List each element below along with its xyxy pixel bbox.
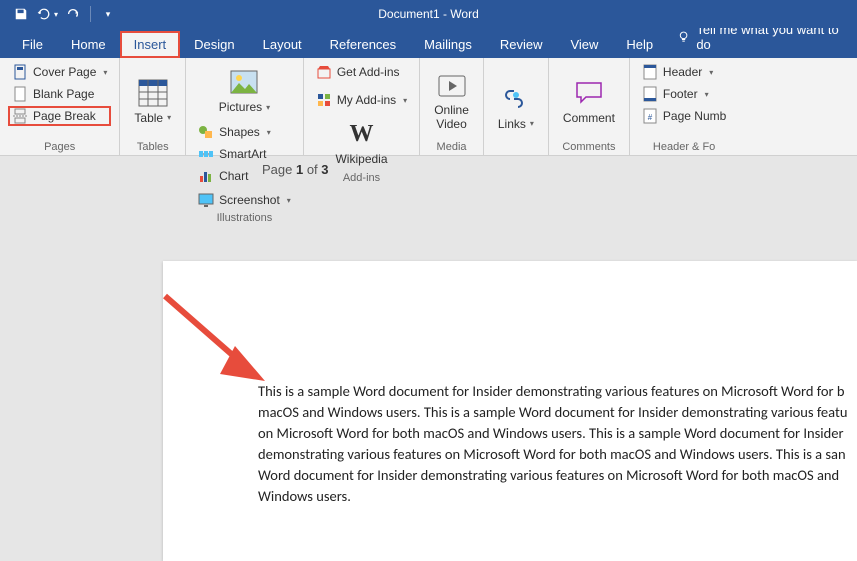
cover-page-icon	[12, 64, 28, 80]
group-media-label: Media	[428, 139, 475, 153]
page-break-button[interactable]: Page Break	[8, 106, 111, 126]
tab-home[interactable]: Home	[57, 31, 120, 58]
chevron-down-icon: ▾	[709, 68, 713, 77]
tab-references[interactable]: References	[316, 31, 410, 58]
group-comments-label: Comments	[557, 139, 621, 153]
save-button[interactable]	[10, 3, 32, 25]
ribbon-insert: Cover Page ▾ Blank Page Page Break Pages…	[0, 58, 857, 156]
cover-page-label: Cover Page	[33, 65, 96, 79]
page-break-label: Page Break	[33, 109, 96, 123]
group-links: Links ▾	[484, 58, 549, 155]
tab-mailings[interactable]: Mailings	[410, 31, 486, 58]
page-indicator: Page 1 of 3	[262, 162, 329, 177]
tab-file[interactable]: File	[8, 31, 57, 58]
online-video-label: OnlineVideo	[434, 104, 469, 130]
page-number-button[interactable]: # Page Numb	[638, 106, 730, 126]
svg-text:#: #	[648, 113, 653, 122]
quick-access-toolbar: ▾ ▾	[0, 3, 119, 25]
document-area: Page 1 of 3 This is a sample Word docume…	[0, 156, 857, 509]
wikipedia-icon: W	[346, 118, 378, 150]
redo-button[interactable]	[62, 3, 84, 25]
video-icon	[436, 70, 468, 102]
group-headerfooter-label: Header & Fo	[638, 139, 730, 153]
page-break-icon	[12, 108, 28, 124]
chevron-down-icon: ▾	[530, 119, 534, 128]
group-pages: Cover Page ▾ Blank Page Page Break Pages	[0, 58, 120, 155]
group-tables: Table ▾ Tables	[120, 58, 186, 155]
chevron-down-icon: ▾	[267, 128, 271, 137]
group-header-footer: Header ▾ Footer ▾ # Page Numb Header & F…	[630, 58, 738, 155]
store-icon	[316, 64, 332, 80]
header-button[interactable]: Header ▾	[638, 62, 730, 82]
page-number-icon: #	[642, 108, 658, 124]
document-page[interactable]: This is a sample Word document for Insid…	[163, 261, 857, 561]
window-title: Document1 - Word	[378, 7, 478, 21]
undo-button[interactable]: ▾	[36, 3, 58, 25]
blank-page-label: Blank Page	[33, 87, 94, 101]
header-icon	[642, 64, 658, 80]
footer-button[interactable]: Footer ▾	[638, 84, 730, 104]
page-number-label: Page Numb	[663, 109, 726, 123]
table-button[interactable]: Table ▾	[128, 73, 177, 129]
footer-icon	[642, 86, 658, 102]
customize-qat-button[interactable]: ▾	[97, 3, 119, 25]
chevron-down-icon: ▾	[705, 90, 709, 99]
group-pages-label: Pages	[8, 139, 111, 153]
chevron-down-icon: ▾	[103, 68, 107, 77]
links-label: Links	[498, 117, 526, 131]
pictures-button[interactable]: Pictures ▾	[194, 62, 295, 118]
get-addins-button[interactable]: Get Add-ins	[312, 62, 411, 82]
title-bar: ▾ ▾ Document1 - Word	[0, 0, 857, 28]
addins-icon	[316, 92, 332, 108]
tab-design[interactable]: Design	[180, 31, 248, 58]
group-media: OnlineVideo Media	[420, 58, 484, 155]
group-links-label	[492, 151, 540, 153]
ribbon-tabs: File Home Insert Design Layout Reference…	[0, 28, 857, 58]
chevron-down-icon: ▾	[403, 96, 407, 105]
pictures-label: Pictures	[219, 100, 262, 114]
tab-layout[interactable]: Layout	[249, 31, 316, 58]
chevron-down-icon: ▾	[167, 113, 171, 122]
tab-view[interactable]: View	[556, 31, 612, 58]
table-label: Table	[134, 111, 163, 125]
footer-label: Footer	[663, 87, 698, 101]
links-button[interactable]: Links ▾	[492, 79, 540, 135]
tab-review[interactable]: Review	[486, 31, 557, 58]
shapes-label: Shapes	[219, 125, 260, 139]
my-addins-button[interactable]: My Add-ins ▾	[312, 90, 411, 110]
link-icon	[500, 83, 532, 115]
group-tables-label: Tables	[128, 139, 177, 153]
comment-label: Comment	[563, 111, 615, 125]
online-video-button[interactable]: OnlineVideo	[428, 66, 475, 134]
get-addins-label: Get Add-ins	[337, 65, 400, 79]
comment-button[interactable]: Comment	[557, 73, 621, 129]
shapes-icon	[198, 124, 214, 140]
tab-insert[interactable]: Insert	[120, 31, 181, 58]
my-addins-label: My Add-ins	[337, 93, 396, 107]
header-label: Header	[663, 65, 702, 79]
chevron-down-icon: ▾	[266, 103, 270, 112]
blank-page-button[interactable]: Blank Page	[8, 84, 111, 104]
comment-icon	[573, 77, 605, 109]
table-icon	[137, 77, 169, 109]
group-illustrations: Pictures▾ Shapes ▾ SmartArt Chart	[186, 58, 304, 155]
cover-page-button[interactable]: Cover Page ▾	[8, 62, 111, 82]
tab-help[interactable]: Help	[612, 31, 667, 58]
shapes-button[interactable]: Shapes ▾	[194, 122, 295, 142]
group-addins: Get Add-ins My Add-ins ▾ W Wikipedia Add…	[304, 58, 420, 155]
blank-page-icon	[12, 86, 28, 102]
group-comments: Comment Comments	[549, 58, 630, 155]
lightbulb-icon	[677, 30, 690, 44]
pictures-icon	[228, 66, 260, 98]
body-paragraph[interactable]: This is a sample Word document for Insid…	[258, 381, 857, 507]
